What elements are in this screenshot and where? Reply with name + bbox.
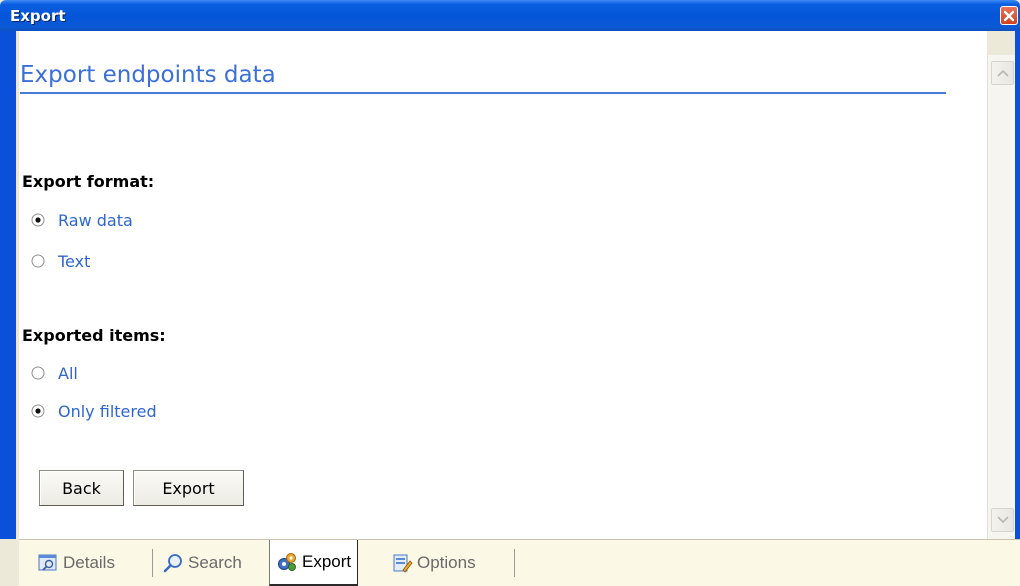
tab-label-search: Search <box>188 553 242 572</box>
radio-button-unselected[interactable] <box>31 366 45 380</box>
radio-option-text[interactable]: Text <box>31 250 90 272</box>
radio-option-only-filtered[interactable]: Only filtered <box>31 400 157 422</box>
window-title: Export <box>10 7 66 25</box>
close-button[interactable] <box>1000 6 1018 25</box>
radio-label-text[interactable]: Text <box>58 252 90 271</box>
tab-details[interactable]: Details <box>37 540 115 586</box>
radio-option-all[interactable]: All <box>31 362 78 384</box>
export-format-heading: Export format: <box>22 172 155 191</box>
details-icon <box>37 552 59 574</box>
exported-items-heading: Exported items: <box>22 326 166 345</box>
export-window: Export Export endpoints data Export form… <box>0 0 1020 586</box>
window-border-left <box>0 31 19 539</box>
options-icon <box>391 552 413 574</box>
close-icon <box>1003 10 1015 21</box>
tab-options[interactable]: Options <box>391 540 476 586</box>
chevron-down-icon <box>996 516 1009 524</box>
page-title: Export endpoints data <box>20 62 946 94</box>
window-border-right <box>1015 31 1020 539</box>
tab-export[interactable]: Export <box>269 540 359 586</box>
scroll-down-button[interactable] <box>991 508 1014 532</box>
search-icon <box>162 552 184 574</box>
tab-label-options: Options <box>417 553 476 572</box>
radio-label-all[interactable]: All <box>58 364 78 383</box>
scroll-up-button[interactable] <box>991 61 1014 85</box>
tab-label-export: Export <box>302 552 352 571</box>
radio-option-raw-data[interactable]: Raw data <box>31 209 133 231</box>
tab-separator <box>514 549 515 577</box>
chevron-up-icon <box>996 69 1009 77</box>
vertical-scrollbar[interactable] <box>987 55 1015 539</box>
bottom-tab-strip: Details Search Export Options <box>19 539 1020 586</box>
back-button[interactable]: Back <box>39 470 124 506</box>
radio-button-selected[interactable] <box>31 213 45 227</box>
radio-label-raw-data[interactable]: Raw data <box>58 211 133 230</box>
tab-search[interactable]: Search <box>162 540 242 586</box>
radio-label-only-filtered[interactable]: Only filtered <box>58 402 157 421</box>
tab-separator <box>152 549 153 577</box>
radio-button-selected[interactable] <box>31 404 45 418</box>
tab-label-details: Details <box>63 553 115 572</box>
export-gears-icon <box>276 551 298 573</box>
title-bar[interactable]: Export <box>0 0 1020 31</box>
content-panel <box>19 31 987 539</box>
radio-button-unselected[interactable] <box>31 254 45 268</box>
export-button[interactable]: Export <box>133 470 244 506</box>
